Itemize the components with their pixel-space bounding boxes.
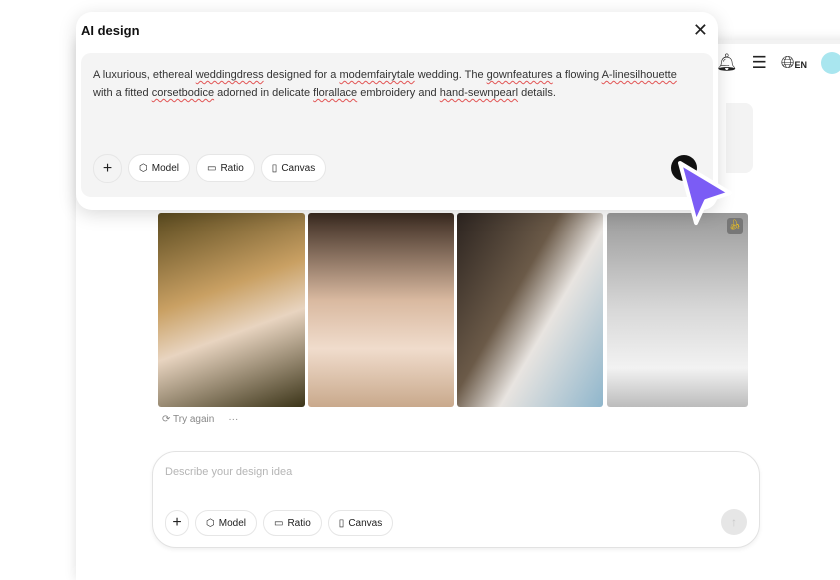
- cube-icon: ⬡: [139, 162, 148, 174]
- inbox-icon[interactable]: ☰: [752, 53, 767, 73]
- misspelled-word: gownfeatures: [486, 69, 553, 81]
- ratio-button[interactable]: ▭ Ratio: [195, 154, 255, 182]
- prompt-input[interactable]: Describe your design idea: [165, 466, 292, 478]
- canvas-button[interactable]: ▯ Canvas: [260, 154, 327, 182]
- canvas-icon: ▯: [271, 162, 278, 174]
- cube-icon: ⬡: [206, 517, 215, 529]
- result-image-3[interactable]: [457, 213, 603, 407]
- result-image-2[interactable]: [308, 213, 454, 407]
- composer: Describe your design idea + ⬡ Model ▭ Rati…: [152, 451, 760, 548]
- language-button[interactable]: 🌐︎EN: [781, 53, 807, 73]
- misspelled-word: A-linesilhouette: [601, 69, 677, 81]
- ai-design-modal: AI design ✕ A luxurious, ethereal weddin…: [76, 12, 718, 210]
- prompt-segment: details.: [518, 87, 556, 99]
- header-icons: 🔔︎ ☰ 🌐︎EN: [716, 52, 840, 74]
- avatar[interactable]: [820, 52, 840, 74]
- ratio-button[interactable]: ▭ Ratio: [262, 510, 322, 536]
- prompt-segment: a flowing: [552, 69, 602, 81]
- prompt-text[interactable]: A luxurious, ethereal weddingdress desig…: [93, 66, 693, 102]
- misspelled-word: corsetbodice: [151, 87, 215, 99]
- close-icon[interactable]: ✕: [693, 20, 708, 41]
- prompt-segment: designed for a: [263, 69, 340, 81]
- model-button[interactable]: ⬡ Model: [128, 154, 190, 182]
- more-button[interactable]: ···: [228, 414, 238, 425]
- ratio-icon: ▭: [273, 517, 284, 529]
- ratio-icon: ▭: [206, 162, 217, 174]
- prompt-segment: A luxurious, ethereal: [93, 69, 196, 81]
- bell-icon[interactable]: 🔔︎: [716, 53, 738, 73]
- refresh-icon: ⟳: [162, 414, 171, 425]
- result-image-4[interactable]: 🍌︎: [607, 213, 748, 407]
- prompt-segment: embroidery and: [357, 87, 440, 99]
- misspelled-word: florallace: [313, 87, 358, 99]
- pointer-cursor-icon: [671, 155, 732, 225]
- prompt-segment: with a fitted: [93, 87, 152, 99]
- canvas-button[interactable]: ▯ Canvas: [327, 510, 394, 536]
- misspelled-word: weddingdress: [195, 69, 264, 81]
- canvas-icon: ▯: [338, 517, 345, 529]
- misspelled-word: modemfairytale: [339, 69, 415, 81]
- prompt-box[interactable]: A luxurious, ethereal weddingdress desig…: [81, 53, 713, 197]
- model-button[interactable]: ⬡ Model: [195, 510, 257, 536]
- add-button[interactable]: +: [165, 510, 189, 536]
- prompt-segment: adorned in delicate: [214, 87, 314, 99]
- modal-title: AI design: [81, 23, 140, 38]
- result-image-1[interactable]: [158, 213, 305, 407]
- try-again-button[interactable]: ⟳ Try again: [162, 414, 214, 425]
- misspelled-word: hand-sewnpearl: [439, 87, 519, 99]
- prompt-segment: wedding. The: [414, 69, 487, 81]
- language-label: EN: [794, 60, 807, 70]
- send-button[interactable]: ↑: [721, 509, 747, 535]
- add-button[interactable]: +: [93, 154, 122, 183]
